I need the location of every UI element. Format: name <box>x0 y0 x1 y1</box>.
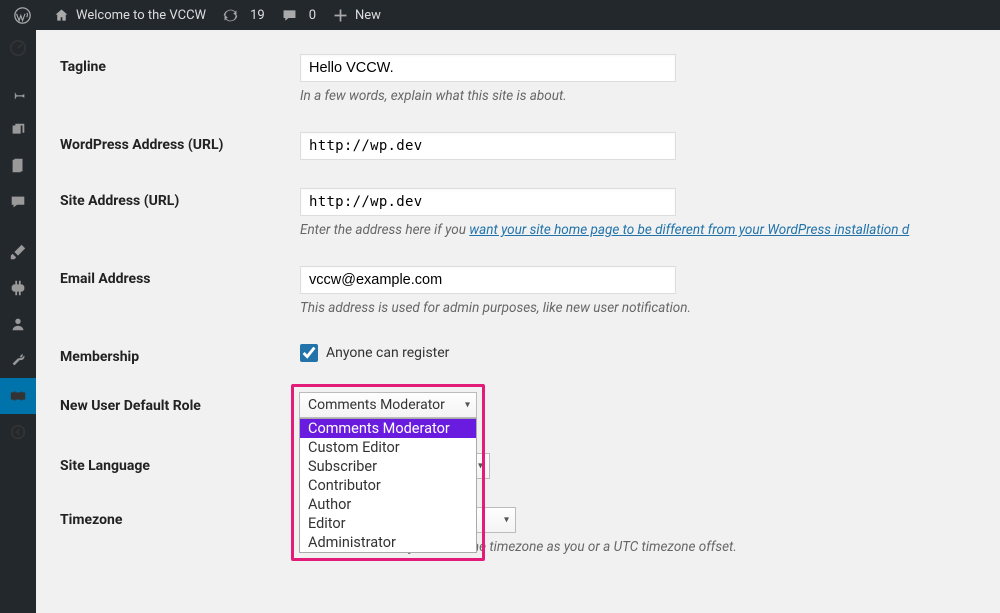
settings-form: Tagline In a few words, explain what thi… <box>36 30 1000 613</box>
new-label: New <box>355 8 381 23</box>
site-title-text: Welcome to the VCCW <box>76 8 206 23</box>
label-email: Email Address <box>60 266 300 287</box>
default-role-dropdown: Comments Moderator Custom Editor Subscri… <box>299 418 477 553</box>
pages-icon <box>9 157 27 175</box>
role-option[interactable]: Contributor <box>300 476 476 495</box>
row-site-address: Site Address (URL) Enter the address her… <box>60 174 1000 252</box>
sidebar-item-collapse[interactable] <box>0 414 36 450</box>
row-site-language: Site Language <box>60 439 1000 493</box>
label-site-address: Site Address (URL) <box>60 188 300 209</box>
brush-icon <box>9 243 27 261</box>
sidebar-item-tools[interactable] <box>0 342 36 378</box>
membership-checkbox[interactable] <box>300 344 318 362</box>
role-option[interactable]: Custom Editor <box>300 438 476 457</box>
updates-link[interactable]: 19 <box>214 0 273 30</box>
role-option[interactable]: Author <box>300 495 476 514</box>
wrench-icon <box>9 351 27 369</box>
role-option[interactable]: Administrator <box>300 533 476 552</box>
sidebar-item-pages[interactable] <box>0 148 36 184</box>
row-default-role: New User Default Role Comments Moderator… <box>60 379 1000 439</box>
refresh-icon <box>222 7 239 24</box>
default-role-select[interactable]: Comments Moderator <box>299 392 477 418</box>
label-timezone: Timezone <box>60 507 300 528</box>
dashboard-icon <box>9 39 27 57</box>
sidebar-item-comments[interactable] <box>0 184 36 220</box>
label-default-role: New User Default Role <box>60 393 300 414</box>
wordpress-icon <box>14 7 31 24</box>
annotation-highlight: Comments Moderator Comments Moderator Cu… <box>291 384 485 561</box>
home-icon <box>53 7 70 24</box>
collapse-icon <box>9 423 27 441</box>
comment-icon <box>281 7 298 24</box>
new-content-link[interactable]: New <box>324 0 389 30</box>
membership-checkbox-label: Anyone can register <box>326 345 449 361</box>
row-membership: Membership Anyone can register <box>60 330 1000 379</box>
tagline-input[interactable] <box>300 54 676 82</box>
comments-count: 0 <box>309 8 316 23</box>
row-email: Email Address This address is used for a… <box>60 252 1000 330</box>
sidebar-item-users[interactable] <box>0 306 36 342</box>
label-tagline: Tagline <box>60 54 300 75</box>
sidebar-item-plugins[interactable] <box>0 270 36 306</box>
sidebar-item-posts[interactable] <box>0 76 36 112</box>
user-icon <box>9 315 27 333</box>
site-address-help: Enter the address here if you want your … <box>300 222 1000 238</box>
settings-icon <box>9 387 27 405</box>
plugin-icon <box>9 279 27 297</box>
plus-icon <box>332 7 349 24</box>
tagline-help: In a few words, explain what this site i… <box>300 88 1000 104</box>
sidebar-item-settings[interactable] <box>0 378 36 414</box>
media-icon <box>9 121 27 139</box>
label-site-language: Site Language <box>60 453 300 474</box>
role-option[interactable]: Editor <box>300 514 476 533</box>
sidebar-item-media[interactable] <box>0 112 36 148</box>
row-timezone: Timezone Choose either a city in the sam… <box>60 493 1000 569</box>
sidebar-item-appearance[interactable] <box>0 234 36 270</box>
role-option[interactable]: Comments Moderator <box>300 419 476 438</box>
admin-sidebar <box>0 30 36 613</box>
wp-logo-menu[interactable] <box>6 0 45 30</box>
sidebar-item-dashboard[interactable] <box>0 30 36 66</box>
site-address-help-link[interactable]: want your site home page to be different… <box>469 222 909 238</box>
site-name-link[interactable]: Welcome to the VCCW <box>45 0 214 30</box>
email-input[interactable] <box>300 266 676 294</box>
role-option[interactable]: Subscriber <box>300 457 476 476</box>
comment-icon <box>9 193 27 211</box>
email-help: This address is used for admin purposes,… <box>300 300 1000 316</box>
admin-bar: Welcome to the VCCW 19 0 New <box>0 0 1000 30</box>
pin-icon <box>9 85 27 103</box>
wp-address-input[interactable] <box>300 132 676 160</box>
site-address-input[interactable] <box>300 188 676 216</box>
row-wp-address: WordPress Address (URL) <box>60 118 1000 174</box>
updates-count: 19 <box>250 8 265 23</box>
label-membership: Membership <box>60 344 300 365</box>
comments-link[interactable]: 0 <box>273 0 324 30</box>
label-wp-address: WordPress Address (URL) <box>60 132 300 153</box>
row-tagline: Tagline In a few words, explain what thi… <box>60 40 1000 118</box>
